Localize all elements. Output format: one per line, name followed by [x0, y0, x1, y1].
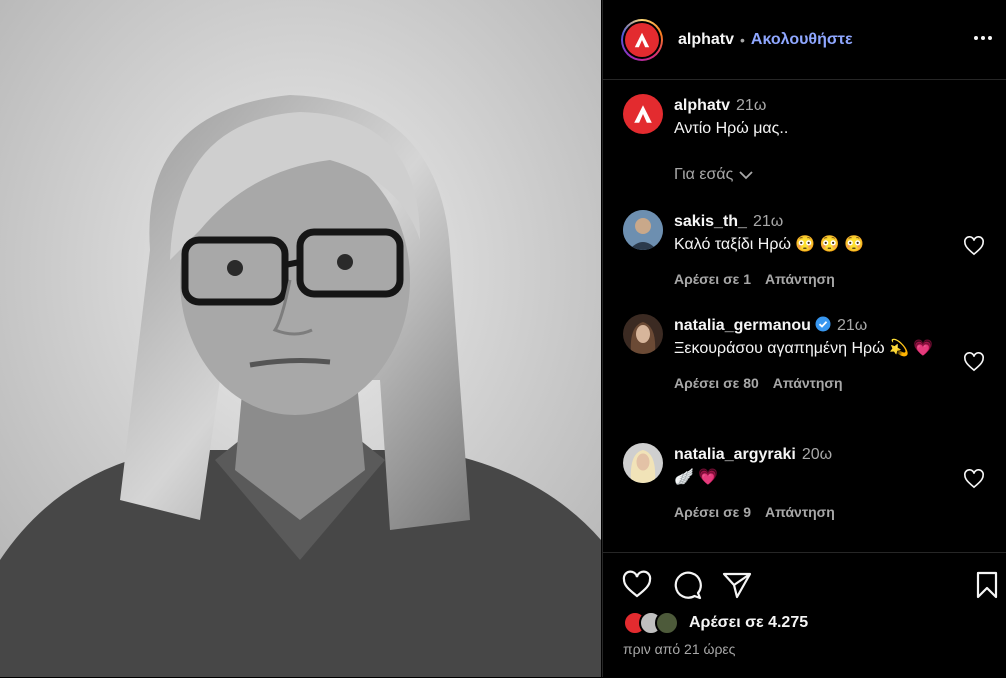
caption-time: 21ω: [736, 97, 767, 114]
comment-username[interactable]: natalia_argyraki: [674, 446, 796, 463]
reply-button[interactable]: Απάντηση: [765, 504, 835, 520]
alphatv-logo: [625, 22, 659, 57]
comment-likes[interactable]: Αρέσει σε 80: [674, 375, 759, 391]
reply-button[interactable]: Απάντηση: [773, 375, 843, 391]
comment-avatar[interactable]: [623, 314, 663, 354]
comment-text: 🪽 💗: [674, 469, 719, 486]
verified-badge-icon: [815, 316, 831, 332]
caption-avatar[interactable]: [623, 94, 663, 134]
for-you-label: Για εσάς: [674, 166, 734, 183]
comment-time: 21ω: [836, 317, 868, 334]
post-header: alphatv • Ακολουθήστε: [603, 0, 1006, 80]
separator-dot: •: [740, 31, 745, 48]
reply-button[interactable]: Απάντηση: [765, 271, 835, 287]
post-photo[interactable]: [0, 0, 601, 677]
heart-icon[interactable]: [963, 469, 985, 489]
comment-text: Καλό ταξίδι Ηρώ 😳 😳 😳: [674, 236, 865, 253]
bookmark-icon[interactable]: [971, 569, 1003, 601]
comment-username[interactable]: sakis_th_: [674, 213, 747, 230]
heart-icon[interactable]: [963, 236, 985, 256]
for-you-toggle[interactable]: Για εσάς: [674, 166, 753, 184]
comment-time: 20ω: [801, 446, 833, 463]
story-ring-avatar[interactable]: [621, 18, 663, 61]
comment-likes[interactable]: Αρέσει σε 9: [674, 504, 751, 520]
post-timestamp[interactable]: πριν από 21 ώρες: [623, 641, 735, 657]
liker-avatar: [655, 611, 679, 635]
post-side-panel: alphatv • Ακολουθήστε alphatv 21ω Αντίο Η…: [602, 0, 1006, 677]
post-actions: Αρέσει σε 4.275 πριν από 21 ώρες: [603, 552, 1006, 678]
comment-likes[interactable]: Αρέσει σε 1: [674, 271, 751, 287]
heart-icon[interactable]: [963, 352, 985, 372]
comment-text: Ξεκουράσου αγαπημένη Ηρώ 💫 💗: [674, 340, 934, 357]
caption-text: Αντίο Ηρώ μας..: [674, 120, 789, 137]
follow-button[interactable]: Ακολουθήστε: [751, 31, 853, 49]
account-name[interactable]: alphatv: [678, 31, 734, 49]
likes-summary[interactable]: Αρέσει σε 4.275: [623, 611, 808, 635]
comment-time: 21ω: [752, 213, 784, 230]
caption-username[interactable]: alphatv: [674, 97, 730, 114]
comment-avatar[interactable]: [623, 443, 663, 483]
comment-icon[interactable]: [671, 569, 703, 601]
chevron-down-icon: [739, 171, 753, 180]
portrait-image: [0, 0, 601, 677]
likes-count[interactable]: Αρέσει σε 4.275: [689, 614, 808, 632]
comment-avatar[interactable]: [623, 210, 663, 250]
comment-username[interactable]: natalia_germanou: [674, 317, 811, 334]
like-heart-icon[interactable]: [621, 569, 653, 601]
more-options-icon[interactable]: [971, 28, 995, 48]
share-icon[interactable]: [721, 569, 753, 601]
comments-list[interactable]: alphatv 21ω Αντίο Ηρώ μας.. Για εσάς saki…: [603, 80, 1006, 551]
